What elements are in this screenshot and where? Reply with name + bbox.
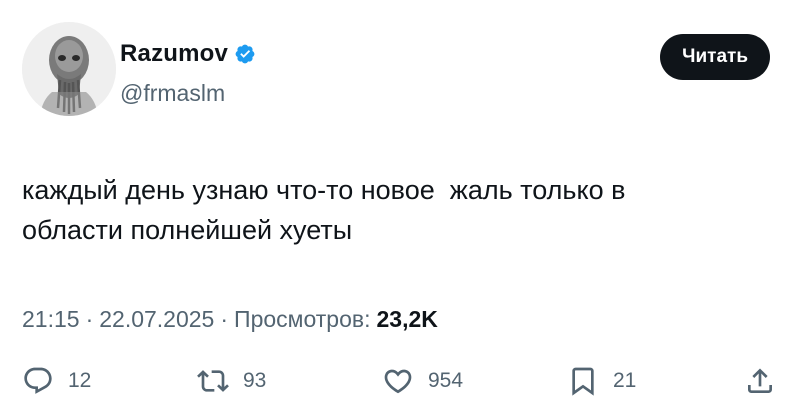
share-button[interactable] [744, 365, 776, 397]
tweet-date[interactable]: 22.07.2025 [99, 306, 214, 333]
meta-separator: · [220, 306, 229, 332]
reply-button[interactable]: 12 [22, 365, 91, 397]
share-icon [748, 368, 772, 393]
author-name-row: Razumov [120, 40, 256, 68]
retweet-count: 93 [243, 369, 267, 392]
views-label: Просмотров: [234, 306, 371, 332]
author-handle[interactable]: @frmaslm [120, 80, 225, 107]
tweet-time[interactable]: 21:15 [22, 306, 80, 333]
tweet-header: Razumov @frmaslm Читать [22, 22, 782, 118]
like-button[interactable]: 954 [382, 365, 463, 397]
meta-separator: · [85, 306, 94, 332]
bookmark-button[interactable]: 21 [567, 365, 636, 397]
avatar-creature-icon [22, 22, 116, 116]
like-count: 954 [428, 369, 464, 392]
author-name[interactable]: Razumov [120, 40, 228, 68]
verified-badge-icon [234, 43, 256, 65]
bookmark-icon [572, 367, 594, 396]
views-count: 23,2K [376, 306, 438, 332]
follow-button[interactable]: Читать [660, 34, 770, 80]
tweet-meta: 21:15 · 22.07.2025 · Просмотров: 23,2K [22, 306, 438, 333]
action-bar: 12 93 954 21 [22, 365, 782, 405]
heart-icon [384, 369, 412, 394]
bookmark-count: 21 [613, 369, 637, 392]
tweet-text: каждый день узнаю что-то новое жаль толь… [22, 175, 626, 245]
avatar[interactable] [22, 22, 116, 116]
reply-icon [24, 367, 52, 394]
reply-count: 12 [68, 369, 92, 392]
retweet-button[interactable]: 93 [197, 365, 266, 397]
retweet-icon [197, 370, 229, 392]
